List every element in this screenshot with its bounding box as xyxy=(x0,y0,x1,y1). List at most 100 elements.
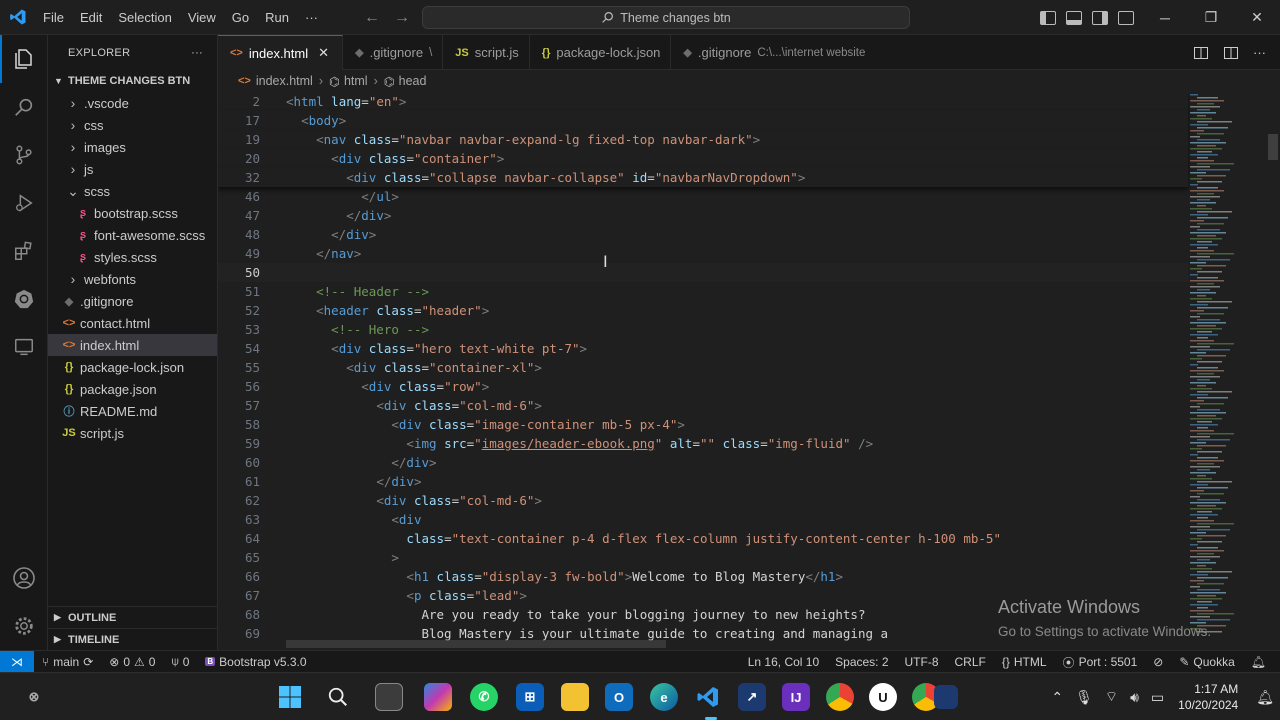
menu-selection[interactable]: Selection xyxy=(110,0,179,35)
timeline-section[interactable]: ▶ TIMELINE xyxy=(48,628,218,650)
code-line[interactable]: 2 <html lang="en"> xyxy=(218,92,1188,111)
outlook-icon[interactable]: O xyxy=(605,683,633,711)
line-content[interactable]: Are you ready to take your blogging jour… xyxy=(286,605,865,624)
notifications-bell-icon[interactable]: 🔔︎ xyxy=(1243,655,1274,669)
code-line[interactable]: 50 xyxy=(218,263,1188,282)
code-line[interactable]: 46 </ul> xyxy=(218,187,1188,206)
line-content[interactable]: <img src="images/header-ebook.png" alt="… xyxy=(286,434,873,453)
code-line[interactable]: 51 <!-- Header --> xyxy=(218,282,1188,301)
line-content[interactable]: > xyxy=(286,548,399,567)
microphone-icon[interactable]: 🎙︎ xyxy=(1075,689,1093,706)
code-editor[interactable]: 2 <html lang="en"> 17 <body> 19 <nav class=… xyxy=(218,92,1280,650)
code-line[interactable]: 57 <div class="col-md-6"> xyxy=(218,396,1188,415)
line-content[interactable]: <div class="collapse navbar-collapse" id… xyxy=(286,168,805,187)
code-line[interactable]: 56 <div class="row"> xyxy=(218,377,1188,396)
microsoft-store-icon[interactable]: ⊞ xyxy=(516,683,544,711)
settings-gear-icon[interactable] xyxy=(0,602,48,650)
breadcrumb-html[interactable]: html xyxy=(344,74,368,88)
tree-item-vscode[interactable]: › .vscode xyxy=(48,92,217,114)
line-content[interactable]: <div class="image-container mb-5 px-4"> xyxy=(286,415,685,434)
menu-go[interactable]: Go xyxy=(224,0,257,35)
code-line[interactable]: 58 <div class="image-container mb-5 px-4… xyxy=(218,415,1188,434)
line-content[interactable]: </div> xyxy=(286,206,391,225)
line-ending[interactable]: CRLF xyxy=(947,655,994,669)
code-line[interactable]: 60 </div> xyxy=(218,453,1188,472)
outline-section[interactable]: ▶ OUTLINE xyxy=(48,606,218,628)
code-line[interactable]: 17 <body> xyxy=(218,111,1188,130)
tray-overflow-icon[interactable]: ⌃ xyxy=(1051,689,1063,706)
split-editor-icon[interactable] xyxy=(1223,45,1239,61)
task-view-icon[interactable] xyxy=(375,683,403,711)
copilot-icon[interactable] xyxy=(424,683,452,711)
line-content[interactable]: </div> xyxy=(286,225,376,244)
menu-file[interactable]: File xyxy=(35,0,72,35)
tree-item-bootstrap-scss[interactable]: ʂ bootstrap.scss xyxy=(48,202,217,224)
customize-layout-icon[interactable] xyxy=(1118,10,1134,25)
source-control-icon[interactable] xyxy=(0,131,48,179)
tree-item-font-awesome-scss[interactable]: ʂ font-awesome.scss xyxy=(48,224,217,246)
menu-view[interactable]: View xyxy=(180,0,224,35)
code-line[interactable]: 49 </nav> xyxy=(218,244,1188,263)
kubernetes-icon[interactable] xyxy=(0,275,48,323)
line-content[interactable]: </ul> xyxy=(286,187,399,206)
code-line[interactable]: 53 <!-- Hero --> xyxy=(218,320,1188,339)
explorer-more-icon[interactable]: ··· xyxy=(191,47,203,59)
code-line[interactable]: 55 <div class="container-xl"> xyxy=(218,358,1188,377)
line-content[interactable]: <nav class="navbar navbar-expand-lg fixe… xyxy=(286,130,760,149)
file-explorer-icon[interactable] xyxy=(561,683,589,711)
code-line[interactable]: 19 <nav class="navbar navbar-expand-lg f… xyxy=(218,130,1188,149)
accounts-icon[interactable] xyxy=(0,554,48,602)
tree-item-package-lock-json[interactable]: {} package-lock.json xyxy=(48,356,217,378)
line-content[interactable]: <div class="row"> xyxy=(286,377,489,396)
line-content[interactable]: <div xyxy=(286,510,421,529)
forward-arrow-icon[interactable]: → xyxy=(394,9,410,27)
edge-icon[interactable]: e xyxy=(650,683,678,711)
encoding[interactable]: UTF-8 xyxy=(897,655,947,669)
ports-indicator[interactable]: ⍦ 0 xyxy=(163,654,197,669)
minimize-button[interactable]: ─ xyxy=(1142,0,1188,35)
line-content[interactable]: <div class="col-md-6"> xyxy=(286,491,542,510)
extensions-icon[interactable] xyxy=(0,227,48,275)
code-line[interactable]: 64 class="text-container p-4 d-flex flex… xyxy=(218,529,1188,548)
problems-indicator[interactable]: ⊗ 0 ⚠ 0 xyxy=(101,655,163,669)
toggle-primary-sidebar-icon[interactable] xyxy=(1040,10,1056,25)
command-center-search[interactable]: Theme changes btn xyxy=(422,6,910,29)
menu-more[interactable]: ··· xyxy=(297,0,326,35)
tree-item-script-js[interactable]: JS script.js xyxy=(48,422,217,444)
wifi-icon[interactable]: ⌔ xyxy=(1105,688,1118,706)
notification-center-icon[interactable]: 🔔︎ xyxy=(1256,689,1274,706)
udemy-icon[interactable]: U xyxy=(869,683,897,711)
battery-icon[interactable]: ▭ xyxy=(1151,689,1164,706)
line-content[interactable]: </div> xyxy=(286,472,421,491)
line-content[interactable]: <header class="header"> xyxy=(286,301,489,320)
line-content[interactable]: </nav> xyxy=(286,244,361,263)
start-button-icon[interactable] xyxy=(276,683,304,711)
line-content[interactable]: <!-- Hero --> xyxy=(286,320,429,339)
code-line[interactable]: 63 <div xyxy=(218,510,1188,529)
menu-edit[interactable]: Edit xyxy=(72,0,110,35)
run-debug-icon[interactable] xyxy=(0,179,48,227)
code-line[interactable]: 61 </div> xyxy=(218,472,1188,491)
tab-gitignore-2[interactable]: ◆ .gitignore C:\...\internet website xyxy=(671,35,875,70)
tree-item-gitignore[interactable]: ◆ .gitignore xyxy=(48,290,217,312)
branch-indicator[interactable]: ⑂ main ⟳ xyxy=(34,655,101,669)
tab-index-html[interactable]: <> index.html ✕ xyxy=(218,35,344,70)
bootstrap-extension[interactable]: B Bootstrap v5.3.0 xyxy=(197,655,314,669)
no-bell-icon[interactable]: ⊘ xyxy=(1145,655,1171,669)
menu-run[interactable]: Run xyxy=(257,0,297,35)
snipping-tool-icon[interactable] xyxy=(934,685,958,709)
code-line[interactable]: 54 <div class="hero text-white pt-7"> xyxy=(218,339,1188,358)
tree-item-webfonts[interactable]: › webfonts xyxy=(48,268,217,290)
remote-explorer-icon[interactable] xyxy=(0,323,48,371)
line-content[interactable]: <div class="col-md-6"> xyxy=(286,396,542,415)
tree-item-package-json[interactable]: {} package.json xyxy=(48,378,217,400)
breadcrumb-head[interactable]: head xyxy=(399,74,427,88)
back-arrow-icon[interactable]: ← xyxy=(364,9,380,27)
tree-item-images[interactable]: › images xyxy=(48,136,217,158)
clock[interactable]: 1:17 AM 10/20/2024 xyxy=(1178,681,1238,713)
vertical-scrollbar[interactable] xyxy=(1266,92,1280,650)
tree-item-index-html[interactable]: <> index.html xyxy=(48,334,217,356)
line-content[interactable]: </div> xyxy=(286,453,436,472)
remote-desktop-icon[interactable]: ↗ xyxy=(738,683,766,711)
remote-indicator-icon[interactable]: ⋊ xyxy=(0,650,34,673)
